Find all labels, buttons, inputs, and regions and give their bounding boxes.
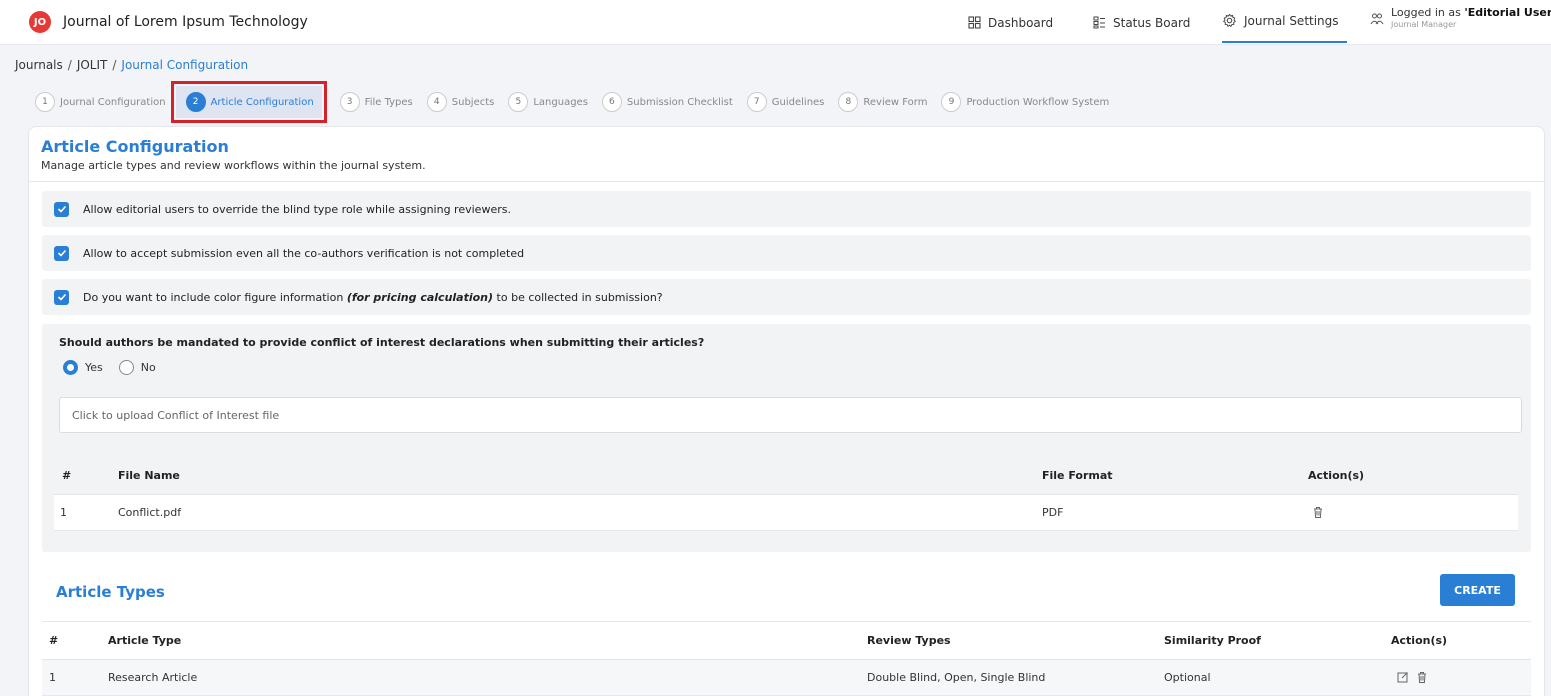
app-title[interactable]: Journal of Lorem Ipsum Technology: [63, 14, 308, 30]
coi-no-radio[interactable]: [118, 360, 134, 375]
coi-yes-label[interactable]: Yes: [85, 361, 103, 374]
step-subjects[interactable]: 4 Subjects: [426, 86, 494, 118]
gear-icon: [1222, 13, 1237, 28]
step-journal-configuration[interactable]: 1 Journal Configuration: [35, 86, 166, 118]
breadcrumb-jolit[interactable]: JOLIT: [77, 58, 108, 72]
override-blind-type-checkbox[interactable]: [54, 201, 69, 217]
coi-files-table: # File Name File Format Action(s) 1 Conf…: [54, 457, 1518, 531]
grid-icon: [968, 16, 981, 29]
article-configuration-card: Article Configuration Manage article typ…: [28, 126, 1545, 696]
step-review-form[interactable]: 8 Review Form: [838, 86, 927, 118]
nav-journal-settings[interactable]: Journal Settings: [1222, 0, 1347, 43]
edit-icon[interactable]: [1397, 671, 1409, 686]
nav-dashboard-label: Dashboard: [988, 15, 1054, 30]
step-languages[interactable]: 5 Languages: [508, 86, 588, 118]
step-submission-checklist[interactable]: 6 Submission Checklist: [601, 86, 733, 118]
option-color-figure: Do you want to include color figure info…: [42, 279, 1531, 315]
file-name[interactable]: Conflict.pdf: [118, 506, 181, 519]
coi-no-label[interactable]: No: [141, 361, 156, 374]
table-header: # Article Type Review Types Similarity P…: [42, 622, 1531, 660]
breadcrumb-journals[interactable]: Journals: [15, 58, 63, 72]
nav-journal-settings-label: Journal Settings: [1244, 13, 1339, 28]
breadcrumb: Journals / JOLIT / Journal Configuration: [15, 58, 249, 72]
section-title: Article Configuration: [41, 137, 229, 156]
nav-status-board-label: Status Board: [1113, 15, 1191, 30]
conflict-of-interest-panel: Should authors be mandated to provide co…: [42, 324, 1531, 552]
users-icon: [1370, 13, 1384, 25]
top-navbar: JO Journal of Lorem Ipsum Technology Das…: [0, 0, 1551, 45]
config-stepper: 1 Journal Configuration 2 Article Configur…: [35, 81, 1123, 123]
article-type-name: Research Article: [108, 671, 198, 684]
coi-radio-group: Yes No: [63, 360, 172, 375]
journal-logo[interactable]: JO: [29, 11, 51, 33]
option-accept-submission: Allow to accept submission even all the …: [42, 235, 1531, 271]
table-row: 1 Conflict.pdf PDF: [54, 495, 1518, 531]
divider: [29, 181, 1544, 182]
article-types-title: Article Types: [56, 583, 165, 601]
table-header: # File Name File Format Action(s): [54, 457, 1518, 495]
trash-icon[interactable]: [1416, 671, 1428, 687]
color-figure-checkbox[interactable]: [54, 289, 69, 305]
nav-dashboard[interactable]: Dashboard: [968, 0, 1053, 45]
coi-question: Should authors be mandated to provide co…: [59, 336, 705, 349]
user-role: Journal Manager: [1391, 20, 1457, 29]
section-subtitle: Manage article types and review workflow…: [41, 159, 426, 172]
step-guidelines[interactable]: 7 Guidelines: [746, 86, 824, 118]
step-production-workflow-system[interactable]: 9 Production Workflow System: [941, 86, 1109, 118]
accept-submission-checkbox[interactable]: [54, 245, 69, 261]
board-icon: [1093, 16, 1105, 29]
checkmark-icon: [57, 293, 66, 301]
checkmark-icon: [57, 205, 66, 213]
checkmark-icon: [57, 249, 66, 257]
step-article-configuration[interactable]: 2 Article Configuration: [170, 81, 327, 123]
user-menu[interactable]: Logged in as 'Editorial User' Journal Ma…: [1370, 6, 1551, 29]
nav-status-board[interactable]: Status Board: [1093, 0, 1190, 45]
coi-yes-radio[interactable]: [63, 360, 78, 375]
option-override-blind-type: Allow editorial users to override the bl…: [42, 191, 1531, 227]
article-types-table: # Article Type Review Types Similarity P…: [42, 622, 1531, 696]
logged-in-text: Logged in as 'Editorial User': [1391, 6, 1551, 19]
step-file-types[interactable]: 3 File Types: [339, 86, 413, 118]
user-name: 'Editorial User': [1464, 6, 1551, 19]
table-row: 1 Research Article Double Blind, Open, S…: [42, 660, 1531, 696]
trash-icon[interactable]: [1312, 506, 1324, 522]
coi-upload-field[interactable]: Click to upload Conflict of Interest fil…: [59, 397, 1522, 433]
breadcrumb-current: Journal Configuration: [121, 58, 249, 72]
create-article-type-button[interactable]: CREATE: [1440, 574, 1515, 606]
